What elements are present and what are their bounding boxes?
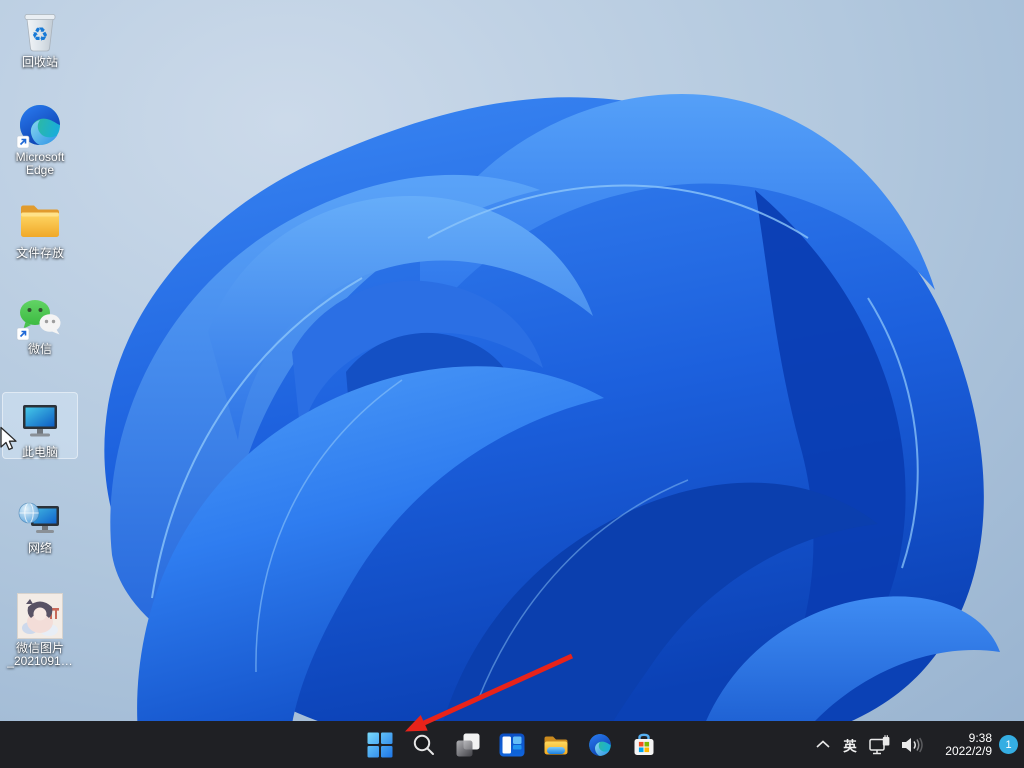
file-explorer-icon	[543, 732, 569, 758]
edge-icon	[587, 732, 613, 758]
wechat-icon	[16, 293, 64, 341]
chevron-up-icon	[816, 740, 830, 749]
desktop-icon-folder[interactable]: 文件存放	[2, 193, 78, 260]
network-icon	[16, 492, 64, 540]
desktop-icon-this-pc[interactable]: 此电脑	[2, 392, 78, 459]
volume-tray-button[interactable]	[899, 727, 927, 763]
desktop-icon-recycle-bin[interactable]: ♻ 回收站	[2, 2, 78, 69]
tray-overflow-button[interactable]	[812, 727, 834, 763]
desktop-icon-label: 此电脑	[22, 446, 58, 459]
this-pc-icon	[16, 396, 64, 444]
wallpaper-bloom	[0, 0, 1024, 768]
desktop-icon-wechat[interactable]: 微信	[2, 289, 78, 356]
svg-text:♻: ♻	[31, 24, 48, 46]
clock-time: 9:38	[934, 732, 992, 745]
desktop-icon-label: 微信	[28, 343, 52, 356]
image-thumbnail-icon	[16, 592, 64, 640]
taskbar: 英 9:38 2022/2/9 1	[0, 721, 1024, 768]
notification-badge[interactable]: 1	[999, 735, 1018, 754]
edge-taskbar-button[interactable]	[580, 725, 620, 765]
system-tray: 英 9:38 2022/2/9 1	[812, 721, 1018, 768]
search-button[interactable]	[404, 725, 444, 765]
recycle-bin-icon: ♻	[16, 6, 64, 54]
search-icon	[412, 733, 436, 757]
file-explorer-button[interactable]	[536, 725, 576, 765]
network-tray-button[interactable]	[866, 727, 894, 763]
desktop-icon-label: 网络	[28, 542, 52, 555]
task-view-icon	[456, 733, 480, 757]
speaker-icon	[901, 735, 925, 755]
microsoft-store-button[interactable]	[624, 725, 664, 765]
taskbar-center-group	[360, 725, 664, 765]
desktop-icon-label: 回收站	[22, 56, 58, 69]
microsoft-store-icon	[631, 732, 657, 758]
start-button[interactable]	[360, 725, 400, 765]
edge-icon	[16, 101, 64, 149]
clock-date: 2022/2/9	[934, 745, 992, 758]
widgets-icon	[499, 732, 525, 758]
desktop-icon-label: 文件存放	[16, 247, 64, 260]
ime-language-indicator[interactable]: 英	[839, 727, 861, 763]
desktop-icon-microsoft-edge[interactable]: Microsoft Edge	[2, 97, 78, 177]
clock[interactable]: 9:38 2022/2/9	[932, 730, 994, 760]
task-view-button[interactable]	[448, 725, 488, 765]
ethernet-network-icon	[869, 735, 892, 755]
widgets-button[interactable]	[492, 725, 532, 765]
desktop-icon-network[interactable]: 网络	[2, 488, 78, 555]
desktop-icon-label: Edge	[26, 164, 54, 177]
folder-icon	[16, 197, 64, 245]
start-icon	[367, 732, 393, 758]
desktop-icon-label: _2021091…	[7, 655, 72, 668]
desktop-icon-wechat-image[interactable]: 微信图片 _2021091…	[2, 588, 78, 668]
